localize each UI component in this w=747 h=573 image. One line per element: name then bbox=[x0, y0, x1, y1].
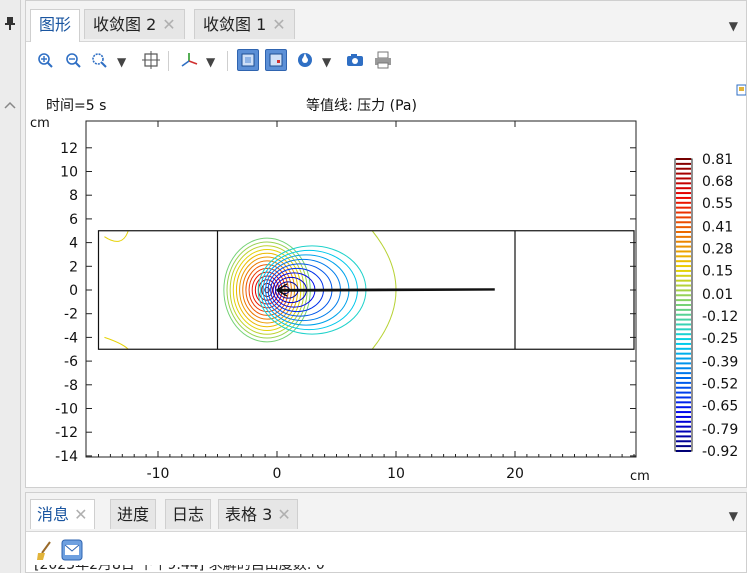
graphics-window: 图形 收敛图 2 ✕ 收敛图 1 ✕ ▼ ▼ ▼ ▼ 时间=5 s 等值线: 压力 … bbox=[25, 0, 747, 488]
y-tick-label: 0 bbox=[69, 283, 78, 299]
y-tick-label: 6 bbox=[69, 212, 78, 228]
zoom-out-icon[interactable] bbox=[62, 49, 84, 71]
selection-mode-icon[interactable] bbox=[237, 49, 259, 71]
tab-convergence-plot-2[interactable]: 收敛图 2 ✕ bbox=[84, 9, 185, 39]
colorbar-label: -0.12 bbox=[702, 309, 738, 325]
message-text: [2023年2月8日 下午9:44] 求解的自由度数: 0 bbox=[34, 565, 325, 573]
tab-label: 图形 bbox=[39, 15, 72, 34]
chevron-down-icon[interactable]: ▼ bbox=[117, 55, 126, 69]
y-tick-label: -14 bbox=[55, 449, 78, 465]
print-icon[interactable] bbox=[372, 49, 394, 71]
colorbar-label: -0.39 bbox=[702, 355, 738, 371]
x-tick-label: 20 bbox=[506, 466, 524, 482]
close-icon[interactable]: ✕ bbox=[162, 15, 175, 34]
close-icon[interactable]: ✕ bbox=[272, 15, 285, 34]
y-tick-label: 8 bbox=[69, 188, 78, 204]
tab-log[interactable]: 日志 bbox=[165, 499, 212, 529]
y-tick-label: 12 bbox=[60, 141, 78, 157]
zoom-box-icon[interactable] bbox=[88, 49, 110, 71]
colorbar-label: 0.01 bbox=[702, 287, 733, 303]
scene-light-icon[interactable] bbox=[294, 49, 316, 71]
colorbar-label: 0.81 bbox=[702, 152, 733, 168]
tab-graphics[interactable]: 图形 bbox=[30, 9, 81, 42]
tab-label: 日志 bbox=[172, 505, 205, 524]
colorbar-label: -0.79 bbox=[702, 422, 738, 438]
messages-tab-bar: 消息 ✕ 进度 日志 表格 3 ✕ ▼ bbox=[26, 493, 746, 532]
tab-label: 表格 3 bbox=[225, 505, 273, 524]
transparency-icon[interactable] bbox=[265, 49, 287, 71]
message-icon[interactable] bbox=[61, 539, 83, 561]
colorbar-label: 0.68 bbox=[702, 174, 733, 190]
chevron-down-icon[interactable]: ▼ bbox=[322, 55, 331, 69]
chevron-down-icon[interactable]: ▼ bbox=[729, 509, 738, 523]
camera-icon[interactable] bbox=[344, 49, 366, 71]
tab-label: 收敛图 2 bbox=[93, 15, 157, 34]
graphics-tab-bar: 图形 收敛图 2 ✕ 收敛图 1 ✕ ▼ bbox=[26, 1, 746, 42]
colorbar-label: 0.41 bbox=[702, 220, 733, 236]
y-tick-label: 4 bbox=[69, 236, 78, 252]
collapse-up-icon[interactable] bbox=[3, 100, 17, 110]
colorbar-label: 0.55 bbox=[702, 196, 733, 212]
colorbar-label: -0.65 bbox=[702, 398, 738, 414]
contour-plot[interactable]: 121086420-2-4-6-8-10-12-14-10 0 10 20 0.810… bbox=[26, 111, 744, 486]
messages-window: 消息 ✕ 进度 日志 表格 3 ✕ ▼ [2023年2月8日 下午9:44] 求… bbox=[25, 492, 747, 573]
y-tick-label: -6 bbox=[64, 354, 78, 370]
side-panel-icon[interactable] bbox=[736, 83, 746, 97]
zoom-in-icon[interactable] bbox=[34, 49, 56, 71]
tab-progress[interactable]: 进度 bbox=[110, 499, 157, 529]
tab-messages[interactable]: 消息 ✕ bbox=[30, 499, 95, 529]
colorbar-label: 0.15 bbox=[702, 263, 733, 279]
chevron-down-icon[interactable]: ▼ bbox=[729, 19, 738, 33]
y-tick-label: -4 bbox=[64, 330, 78, 346]
axis-orientation-icon[interactable] bbox=[178, 49, 200, 71]
pin-icon[interactable] bbox=[4, 16, 16, 30]
close-icon[interactable]: ✕ bbox=[74, 505, 87, 524]
close-icon[interactable]: ✕ bbox=[277, 505, 290, 524]
chevron-down-icon[interactable]: ▼ bbox=[206, 55, 215, 69]
graphics-toolbar: ▼ ▼ ▼ bbox=[26, 45, 746, 77]
colorbar-label: -0.92 bbox=[702, 444, 738, 460]
x-tick-label: 0 bbox=[273, 466, 282, 482]
x-tick-label: -10 bbox=[147, 466, 170, 482]
tab-label: 进度 bbox=[117, 505, 150, 524]
clear-broom-icon[interactable] bbox=[36, 541, 54, 561]
y-tick-label: -8 bbox=[64, 378, 78, 394]
y-tick-label: -2 bbox=[64, 307, 78, 323]
y-tick-label: -12 bbox=[55, 425, 78, 441]
x-tick-label: 10 bbox=[387, 466, 405, 482]
tab-table-3[interactable]: 表格 3 ✕ bbox=[218, 499, 298, 529]
y-tick-label: -10 bbox=[55, 402, 78, 418]
colorbar-label: -0.25 bbox=[702, 331, 738, 347]
left-side-strip bbox=[0, 0, 21, 573]
x-axis-unit: cm bbox=[630, 469, 650, 484]
y-tick-label: 2 bbox=[69, 259, 78, 275]
y-tick-label: 10 bbox=[60, 165, 78, 181]
tab-label: 收敛图 1 bbox=[203, 15, 267, 34]
tab-label: 消息 bbox=[37, 505, 70, 524]
colorbar-label: 0.28 bbox=[702, 241, 733, 257]
tab-convergence-plot-1[interactable]: 收敛图 1 ✕ bbox=[194, 9, 295, 39]
message-line: [2023年2月8日 下午9:44] 求解的自由度数: 0 bbox=[34, 565, 325, 573]
zoom-extents-icon[interactable] bbox=[140, 49, 162, 71]
colorbar-label: -0.52 bbox=[702, 376, 738, 392]
y-axis-unit: cm bbox=[30, 116, 50, 131]
